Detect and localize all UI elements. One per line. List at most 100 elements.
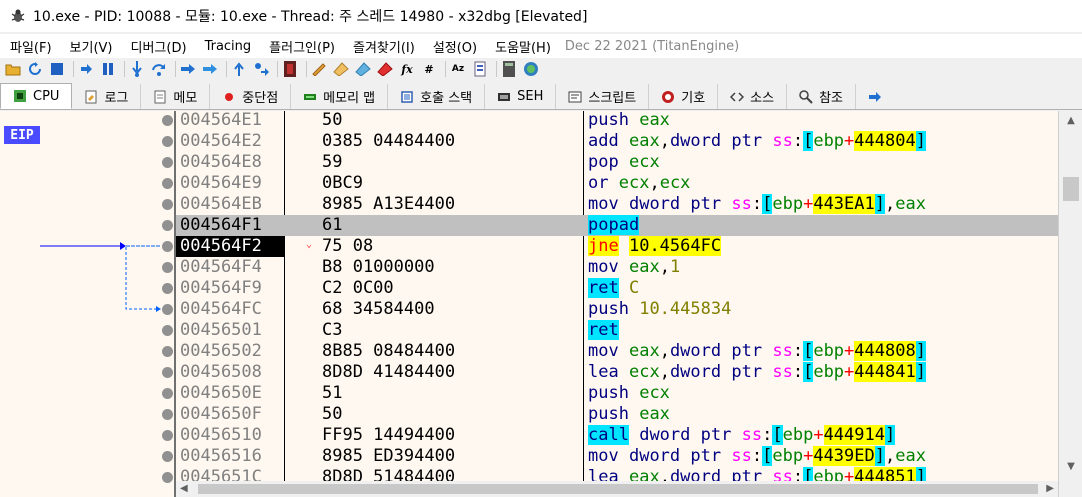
- patch-icon[interactable]: [310, 60, 328, 78]
- function-icon[interactable]: fx: [398, 60, 416, 78]
- font-icon[interactable]: Az: [449, 60, 467, 78]
- breakpoint-dot-icon[interactable]: [162, 367, 173, 378]
- tab-script[interactable]: 스크립트: [556, 84, 650, 109]
- x32dbg-bug-icon: [11, 9, 25, 22]
- breakpoint-dot-icon[interactable]: [162, 283, 173, 294]
- run-icon[interactable]: [77, 60, 95, 78]
- breakpoint-dot-icon[interactable]: [162, 472, 173, 483]
- row-instruction: push 10.445834: [588, 299, 732, 319]
- disassembly-row[interactable]: 004564E9 0BC9 or ecx,ecx: [176, 173, 1058, 194]
- breakpoint-dot-icon[interactable]: [162, 304, 173, 315]
- arrow-right-icon: [869, 91, 881, 102]
- breakpoint-dot-icon[interactable]: [162, 241, 173, 252]
- disassembly-row[interactable]: 00456508 8D8D 41484400 lea ecx,dword ptr s…: [176, 362, 1058, 383]
- tab-cpu[interactable]: CPU: [0, 83, 73, 109]
- scroll-left-icon[interactable]: ◀: [180, 483, 188, 494]
- breakpoint-dot-icon[interactable]: [162, 115, 173, 126]
- row-address: 004564F2: [176, 236, 284, 257]
- tab-notes[interactable]: 메모: [141, 84, 211, 109]
- menu-plugins[interactable]: 플러그인(P): [259, 37, 343, 56]
- breakpoint-dot-icon[interactable]: [162, 346, 173, 357]
- disassembly-row[interactable]: 004564E8 59 pop ecx: [176, 152, 1058, 173]
- tab-call-stack[interactable]: 호출 스택: [388, 84, 486, 109]
- tab-memory-map[interactable]: 메모리 맵: [291, 84, 389, 109]
- scroll-up-icon[interactable]: ▲: [1065, 115, 1077, 127]
- pause-icon[interactable]: [99, 60, 117, 78]
- step-into-icon[interactable]: [128, 60, 146, 78]
- menu-help[interactable]: 도움말(H): [485, 37, 559, 56]
- tab-breakpoints[interactable]: 중단점: [210, 84, 292, 109]
- execute-till-return-icon[interactable]: [230, 60, 248, 78]
- disassembly-row[interactable]: 00456502 8B85 08484400 mov eax,dword ptr s…: [176, 341, 1058, 362]
- breakpoint-dot-icon[interactable]: [162, 409, 173, 420]
- stop-icon[interactable]: [48, 60, 66, 78]
- toolbar-separator: [445, 61, 446, 77]
- label-icon[interactable]: [354, 60, 372, 78]
- disassembly-row[interactable]: 00456516 8985 ED394400 mov dword ptr ss:[e…: [176, 446, 1058, 467]
- disassembly-row[interactable]: 0045650E 51 push ecx: [176, 383, 1058, 404]
- breakpoint-dot-icon[interactable]: [162, 178, 173, 189]
- menu-options[interactable]: 설정(O): [423, 37, 485, 56]
- run-to-user-code-icon[interactable]: [252, 60, 270, 78]
- breakpoint-dot-icon[interactable]: [162, 430, 173, 441]
- breakpoint-dot-icon[interactable]: [162, 220, 173, 231]
- menu-view[interactable]: 보기(V): [60, 37, 121, 56]
- hash-icon[interactable]: #: [420, 60, 438, 78]
- tab-symbols[interactable]: 기호: [649, 84, 719, 109]
- row-address: 00456516: [180, 446, 262, 466]
- disassembly-row[interactable]: 004564F9 C2 0C00 ret C: [176, 278, 1058, 299]
- menu-favourites[interactable]: 즐겨찾기(I): [343, 37, 423, 56]
- disassembly-row[interactable]: 004564EB 8985 A13E4400 mov dword ptr ss:[e…: [176, 194, 1058, 215]
- restart-icon[interactable]: [26, 60, 44, 78]
- scroll-thumb[interactable]: [1063, 177, 1079, 201]
- row-bytes: 8D8D 51484400: [322, 467, 456, 481]
- open-icon[interactable]: [4, 60, 22, 78]
- row-instruction: push ecx: [588, 383, 670, 403]
- tab-log[interactable]: 로그: [72, 84, 142, 109]
- breakpoint-dot-icon[interactable]: [162, 388, 173, 399]
- menu-tracing[interactable]: Tracing: [195, 39, 260, 54]
- breakpoint-dot-icon[interactable]: [162, 325, 173, 336]
- trace-into-icon[interactable]: [179, 60, 197, 78]
- disassembly-row[interactable]: 004564F2 ⌄ 75 08 jne 10.4564FC: [176, 236, 1058, 257]
- breakpoint-dot-icon[interactable]: [162, 199, 173, 210]
- scroll-thumb[interactable]: [198, 484, 1038, 494]
- tab-seh[interactable]: SEH: [485, 84, 557, 109]
- row-address: 004564E2: [180, 131, 262, 151]
- scylla-icon[interactable]: [281, 60, 299, 78]
- disassembly-row[interactable]: 004564F1 61 popad: [176, 215, 1058, 236]
- breakpoint-dot-icon[interactable]: [162, 157, 173, 168]
- disassembly-row[interactable]: 004564FC 68 34584400 push 10.445834: [176, 299, 1058, 320]
- tab-label: 메모리 맵: [323, 91, 376, 106]
- trace-over-icon[interactable]: [201, 60, 219, 78]
- settings-icon[interactable]: [522, 60, 540, 78]
- step-over-icon[interactable]: [150, 60, 168, 78]
- disassembly-row[interactable]: 004564E2 0385 04484400 add eax,dword ptr s…: [176, 131, 1058, 152]
- disassembly-row[interactable]: 00456510 FF95 14494400 call dword ptr ss:[…: [176, 425, 1058, 446]
- breakpoint-dot-icon[interactable]: [162, 262, 173, 273]
- calculator-icon[interactable]: [500, 60, 518, 78]
- disassembly-row[interactable]: 0045650F 50 push eax: [176, 404, 1058, 425]
- bookmark-icon[interactable]: [376, 60, 394, 78]
- disassembly-row[interactable]: 004564F4 B8 01000000 mov eax,1: [176, 257, 1058, 278]
- tab-source[interactable]: 소스: [718, 84, 788, 109]
- strings-icon[interactable]: [471, 60, 489, 78]
- disassembly-row[interactable]: 004564E1 50 push eax: [176, 111, 1058, 131]
- vertical-scrollbar[interactable]: ▲ ▼: [1058, 111, 1082, 497]
- tab-overflow[interactable]: [856, 84, 888, 109]
- disassembly-view[interactable]: 004564E1 50 push eax 004564E2 0385 04484400 a…: [176, 111, 1058, 481]
- menu-file[interactable]: 파일(F): [0, 37, 60, 56]
- menu-debug[interactable]: 디버그(D): [121, 37, 195, 56]
- comment-icon[interactable]: [332, 60, 350, 78]
- row-instruction: lea ecx,dword ptr ss:[ebp+444841]: [588, 362, 926, 382]
- disassembly-row[interactable]: 00456501 C3 ret: [176, 320, 1058, 341]
- breakpoint-dot-icon[interactable]: [162, 136, 173, 147]
- tab-label: 중단점: [242, 91, 279, 106]
- tab-references[interactable]: 참조: [787, 84, 856, 109]
- horizontal-scrollbar[interactable]: ◀ ▶: [176, 481, 1058, 497]
- breakpoint-dot-icon[interactable]: [162, 451, 173, 462]
- scroll-down-icon[interactable]: ▼: [1065, 461, 1077, 473]
- scroll-right-icon[interactable]: ▶: [1046, 483, 1054, 494]
- disassembly-row[interactable]: 0045651C 8D8D 51484400 lea eax,dword ptr s…: [176, 467, 1058, 481]
- toolbar-separator: [124, 61, 125, 77]
